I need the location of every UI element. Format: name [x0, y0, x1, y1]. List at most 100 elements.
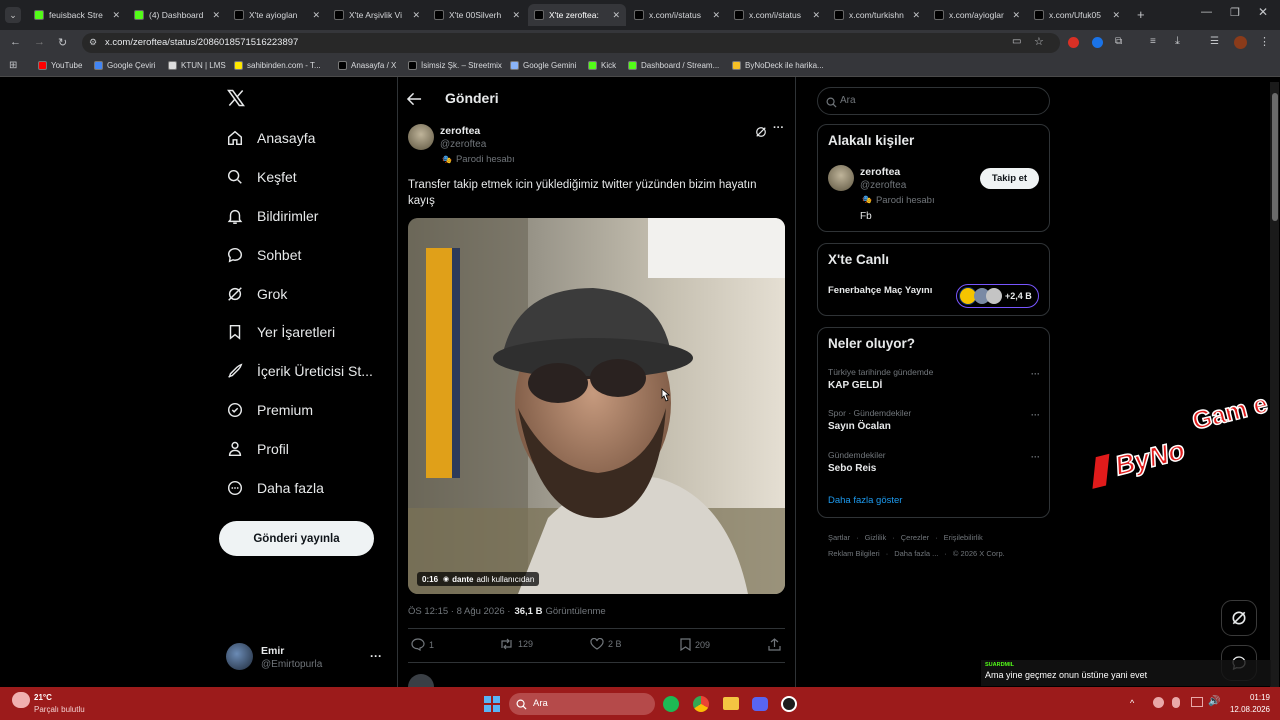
maximize-button[interactable]: ❐: [1230, 6, 1240, 19]
bookmark-item[interactable]: Google Gemini: [510, 61, 576, 70]
grok-float-button[interactable]: [1221, 600, 1257, 636]
sidepanel-icon[interactable]: ☰: [1210, 36, 1219, 47]
nav-item-grok[interactable]: Grok: [226, 282, 287, 306]
account-name[interactable]: Emir: [261, 645, 284, 657]
footer-link[interactable]: Reklam Bilgileri: [828, 549, 880, 558]
browser-tab[interactable]: x.com/Ufuk05 ✕: [1028, 4, 1126, 26]
tab-close-icon[interactable]: ✕: [412, 10, 420, 21]
clock-time[interactable]: 01:19: [1240, 693, 1270, 702]
browser-tab[interactable]: X'te ayioglan ✕: [228, 4, 326, 26]
author-avatar[interactable]: [408, 124, 434, 150]
url-text[interactable]: x.com/zeroftea/status/208601857151622389…: [105, 37, 298, 48]
reload-icon[interactable]: ↻: [58, 36, 67, 49]
nav-item-rocket[interactable]: İçerik Üreticisi St...: [226, 359, 373, 383]
post-timestamp[interactable]: ÖS 12:15 · 8 Ağu 2026 ·: [408, 606, 510, 617]
account-avatar[interactable]: [226, 643, 253, 670]
grok-icon[interactable]: [755, 125, 767, 143]
browser-tab[interactable]: x.com/i/status ✕: [628, 4, 726, 26]
minimize-button[interactable]: —: [1201, 6, 1212, 18]
install-app-icon[interactable]: ▭: [1012, 36, 1021, 47]
extensions-puzzle-icon[interactable]: ⧉: [1115, 36, 1122, 47]
download-icon[interactable]: ⤓: [1175, 35, 1180, 48]
nav-item-person[interactable]: Profil: [226, 437, 289, 461]
windows-start-icon[interactable]: [484, 696, 500, 712]
tray-icon[interactable]: [1153, 697, 1164, 708]
tab-close-icon[interactable]: ✕: [512, 10, 520, 21]
trend-item[interactable]: Spor · Gündemdekiler Sayın Öcalan ···: [828, 408, 1040, 438]
browser-tab[interactable]: x.com/ayioglar ✕: [928, 4, 1026, 26]
tab-close-icon[interactable]: ✕: [712, 10, 720, 21]
bookmark-star-icon[interactable]: ☆: [1034, 35, 1044, 48]
browser-tab[interactable]: X'te 00Silverh ✕: [428, 4, 526, 26]
clock-date[interactable]: 12.08.2026: [1222, 705, 1270, 714]
footer-link[interactable]: Erişilebilirlik: [944, 533, 983, 542]
forward-icon[interactable]: →: [34, 36, 45, 48]
person-name[interactable]: zeroftea: [860, 166, 900, 178]
show-more-link[interactable]: Daha fazla göster: [828, 495, 902, 506]
nav-item-home[interactable]: Anasayfa: [226, 126, 315, 150]
author-name[interactable]: zeroftea: [440, 125, 480, 137]
browser-tab[interactable]: X'te zeroftea: ✕: [528, 4, 626, 26]
share-button[interactable]: [768, 638, 785, 651]
tab-close-icon[interactable]: ✕: [1012, 10, 1020, 21]
tray-chevron-icon[interactable]: ^: [1130, 698, 1134, 708]
trend-more-icon[interactable]: ···: [1031, 369, 1040, 379]
extension-icon[interactable]: [1068, 37, 1079, 48]
footer-link[interactable]: Çerezler: [901, 533, 929, 542]
site-info-icon[interactable]: ⚙: [89, 37, 97, 48]
bookmark-item[interactable]: ByNoDeck ile harika...: [732, 61, 824, 70]
footer-link[interactable]: Daha fazla ...: [894, 549, 938, 558]
post-button[interactable]: Gönderi yayınla: [219, 521, 374, 556]
bookmark-item[interactable]: Kick: [588, 61, 616, 70]
browser-tab[interactable]: x.com/turkishn ✕: [828, 4, 926, 26]
tab-close-icon[interactable]: ✕: [912, 10, 920, 21]
weather-temp[interactable]: 21°C: [34, 693, 52, 702]
bookmark-item[interactable]: Anasayfa / X: [338, 61, 396, 70]
bookmark-item[interactable]: KTUN | LMS: [168, 61, 226, 70]
profile-avatar[interactable]: [1234, 36, 1247, 49]
tab-search-button[interactable]: ⌄: [5, 7, 21, 23]
browser-tab[interactable]: (4) Dashboard ✕: [128, 4, 226, 26]
tab-close-icon[interactable]: ✕: [312, 10, 320, 21]
nav-item-more-circle[interactable]: Daha fazla: [226, 476, 324, 500]
tab-close-icon[interactable]: ✕: [112, 10, 120, 21]
file-explorer-icon[interactable]: [723, 697, 739, 710]
browser-tab[interactable]: x.com/i/status ✕: [728, 4, 826, 26]
browser-tab[interactable]: X'te Arşivlik Vi ✕: [328, 4, 426, 26]
nav-item-verified[interactable]: Premium: [226, 398, 313, 422]
tab-close-icon[interactable]: ✕: [812, 10, 820, 21]
author-handle[interactable]: @zeroftea: [440, 139, 486, 150]
volume-icon[interactable]: 🔊: [1208, 696, 1220, 707]
x-logo-icon[interactable]: [226, 88, 246, 113]
nav-item-bookmark[interactable]: Yer İşaretleri: [226, 320, 335, 344]
trend-item[interactable]: Türkiye tarihinde gündemde KAP GELDİ ···: [828, 367, 1040, 397]
footer-link[interactable]: Şartlar: [828, 533, 850, 542]
tab-close-icon[interactable]: ✕: [212, 10, 220, 21]
video-credit-user[interactable]: dante: [452, 575, 473, 584]
repost-button[interactable]: 129: [499, 638, 533, 650]
nav-item-search[interactable]: Keşfet: [226, 165, 297, 189]
tab-close-icon[interactable]: ✕: [612, 10, 620, 21]
close-window-button[interactable]: ✕: [1258, 5, 1268, 19]
bookmark-item[interactable]: sahibinden.com - T...: [234, 61, 321, 70]
search-placeholder[interactable]: Ara: [840, 95, 856, 106]
account-handle[interactable]: @Emirtopurla: [261, 659, 322, 670]
footer-link[interactable]: Gizlilik: [865, 533, 887, 542]
reply-button[interactable]: 1: [411, 638, 434, 651]
follow-button[interactable]: Takip et: [980, 168, 1039, 189]
back-icon[interactable]: ←: [10, 36, 21, 48]
trend-more-icon[interactable]: ···: [1031, 452, 1040, 462]
nav-item-bell[interactable]: Bildirimler: [226, 204, 318, 228]
microphone-icon[interactable]: [1172, 697, 1180, 708]
person-handle[interactable]: @zeroftea: [860, 180, 906, 191]
media-icon[interactable]: ≡: [1150, 36, 1156, 47]
menu-icon[interactable]: ⋮: [1259, 35, 1270, 48]
post-video[interactable]: [408, 218, 785, 594]
person-avatar[interactable]: [828, 165, 854, 191]
like-button[interactable]: 2 B: [590, 638, 622, 650]
bookmark-item[interactable]: YouTube: [38, 61, 82, 70]
chrome-icon[interactable]: [693, 696, 709, 712]
trend-more-icon[interactable]: ···: [1031, 410, 1040, 420]
tab-close-icon[interactable]: ✕: [1112, 10, 1120, 21]
network-icon[interactable]: [1191, 697, 1203, 707]
